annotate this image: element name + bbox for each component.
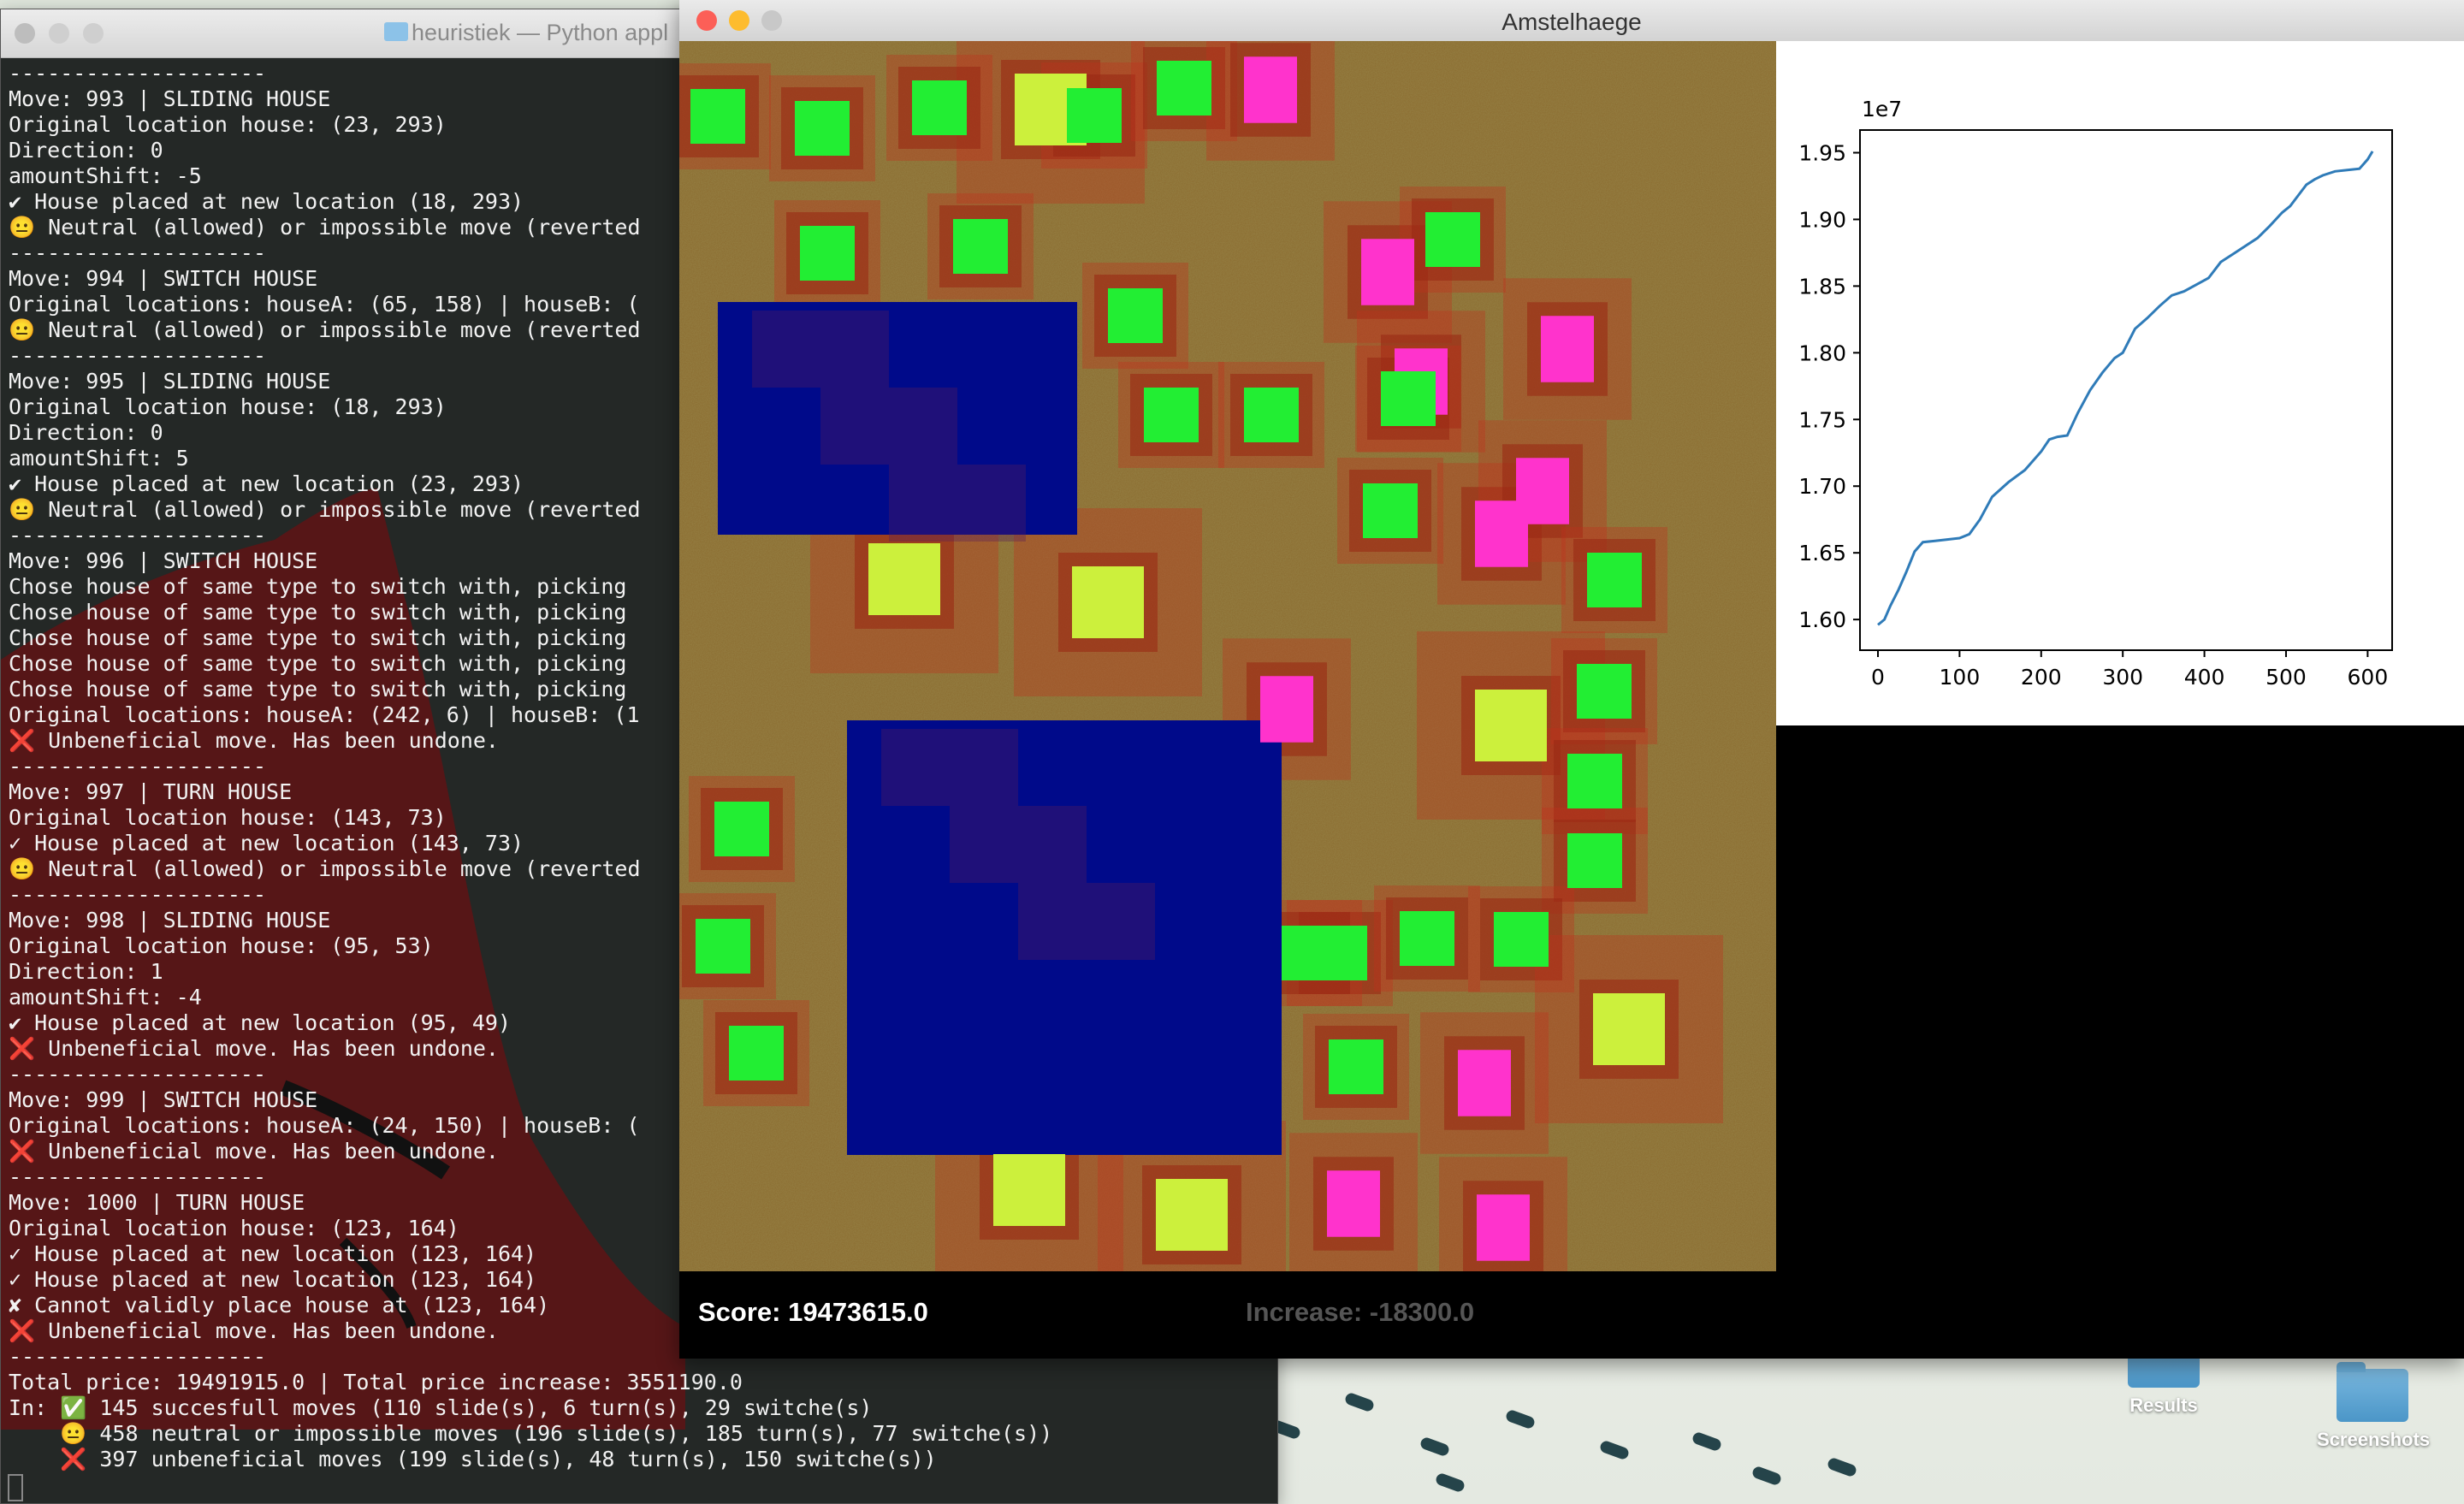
y-tick-label: 1.90 — [1798, 207, 1846, 232]
single-family-house — [1587, 553, 1642, 607]
single-family-house — [714, 802, 769, 856]
single-family-house — [1157, 61, 1211, 115]
x-tick-label: 200 — [2021, 665, 2062, 690]
single-family-house — [800, 226, 855, 281]
score-line — [1877, 151, 2374, 626]
single-family-house — [1381, 371, 1436, 426]
y-tick-label: 1.80 — [1798, 340, 1846, 365]
increase-label: Increase: -18300.0 — [1246, 1297, 1475, 1327]
desktop-icon-label: Results — [2129, 1394, 2198, 1416]
close-button[interactable] — [15, 23, 35, 44]
score-chart: 0 100 200 300 400 500 600 1.60 1.65 1.70 1.75 1.80 1… — [1776, 41, 2464, 725]
y-tick-label: 1.75 — [1798, 407, 1846, 432]
overlap-shade — [820, 388, 957, 465]
x-tick-label: 100 — [1940, 665, 1981, 690]
wallpaper-dash — [1504, 1408, 1537, 1430]
single-family-house — [795, 101, 850, 156]
maison-house — [1593, 993, 1665, 1065]
terminal-cursor — [8, 1474, 23, 1501]
single-family-house — [690, 89, 745, 144]
wallpaper-dash — [1598, 1439, 1631, 1461]
single-family-house — [1244, 388, 1299, 442]
maison-house — [1072, 566, 1144, 638]
single-family-house — [1494, 912, 1549, 967]
zoom-button[interactable] — [83, 23, 104, 44]
single-family-house — [1363, 483, 1418, 538]
terminal-line: In: ✅ 145 succesfull moves (110 slide(s)… — [9, 1395, 873, 1420]
single-family-house — [1577, 664, 1632, 719]
single-family-house — [1567, 833, 1622, 888]
y-offset-label: 1e7 — [1862, 97, 1902, 121]
single-family-house — [696, 919, 750, 974]
single-family-house — [912, 80, 967, 135]
x-tick-label: 300 — [2102, 665, 2143, 690]
y-tick-label: 1.60 — [1798, 607, 1846, 632]
desktop-icon-screenshots[interactable]: Screenshots — [2317, 1362, 2431, 1451]
maison-house — [868, 543, 940, 615]
neighbourhood-map — [679, 41, 1776, 1271]
single-family-house — [729, 1026, 784, 1081]
wallpaper-dash — [1691, 1430, 1723, 1453]
y-tick-label: 1.65 — [1798, 541, 1846, 565]
x-tick-label: 0 — [1871, 665, 1885, 690]
wallpaper-dash — [1434, 1471, 1466, 1494]
x-tick-label: 500 — [2266, 665, 2307, 690]
wallpaper-dash — [1419, 1436, 1451, 1458]
amstelhaege-titlebar[interactable]: Amstelhaege — [679, 0, 2464, 42]
bungalow-house — [1458, 1050, 1511, 1116]
x-tick-label: 600 — [2348, 665, 2389, 690]
maison-house — [1156, 1179, 1228, 1251]
bungalow-house — [1541, 316, 1594, 382]
overlap-shade — [950, 806, 1087, 883]
folder-icon — [384, 22, 408, 41]
x-tick-label: 400 — [2184, 665, 2225, 690]
score-label: Score: 19473615.0 — [698, 1297, 928, 1327]
single-family-house — [1067, 88, 1122, 143]
maison-house — [1475, 690, 1547, 761]
amstelhaege-window[interactable]: Amstelhaege 0 100 200 300 400 500 600 1.60 1.65 1… — [679, 0, 2464, 1359]
minimize-button[interactable] — [49, 23, 69, 44]
terminal-line: Total price: 19491915.0 | Total price in… — [9, 1370, 743, 1394]
folder-icon — [2337, 1362, 2408, 1422]
bungalow-house — [1361, 239, 1414, 305]
window-title: Amstelhaege — [1502, 9, 1642, 35]
wallpaper-dash — [1826, 1456, 1858, 1478]
bungalow-house — [1244, 56, 1297, 123]
bungalow-house — [1327, 1170, 1380, 1237]
single-family-house — [1567, 754, 1622, 808]
overlap-shade — [752, 311, 889, 388]
overlap-shade — [889, 465, 1026, 542]
overlap-shade — [881, 729, 1018, 806]
single-family-house — [1144, 388, 1199, 442]
single-family-house — [1329, 1039, 1383, 1094]
y-tick-label: 1.85 — [1798, 274, 1846, 299]
overlap-shade — [1018, 883, 1155, 960]
single-family-house — [1282, 926, 1336, 980]
bungalow-house — [1477, 1194, 1530, 1261]
window-title: heuristiek — Python appl — [412, 20, 669, 45]
plot-frame — [1859, 129, 2393, 651]
desktop-icon-label: Screenshots — [2317, 1429, 2431, 1450]
single-family-house — [1400, 911, 1454, 966]
bungalow-house — [1260, 676, 1313, 743]
single-family-house — [953, 219, 1008, 274]
single-family-house — [1108, 288, 1163, 343]
maison-house — [993, 1154, 1065, 1226]
y-tick-label: 1.95 — [1798, 141, 1846, 166]
single-family-house — [1425, 212, 1480, 267]
wallpaper-dash — [1750, 1465, 1783, 1487]
terminal-line: 😐 458 neutral or impossible moves (196 s… — [9, 1421, 1053, 1446]
bungalow-house — [1516, 458, 1569, 524]
y-tick-label: 1.70 — [1798, 474, 1846, 499]
terminal-line: ❌ 397 unbeneficial moves (199 slide(s), … — [9, 1447, 937, 1471]
wallpaper-dash — [1343, 1391, 1376, 1413]
